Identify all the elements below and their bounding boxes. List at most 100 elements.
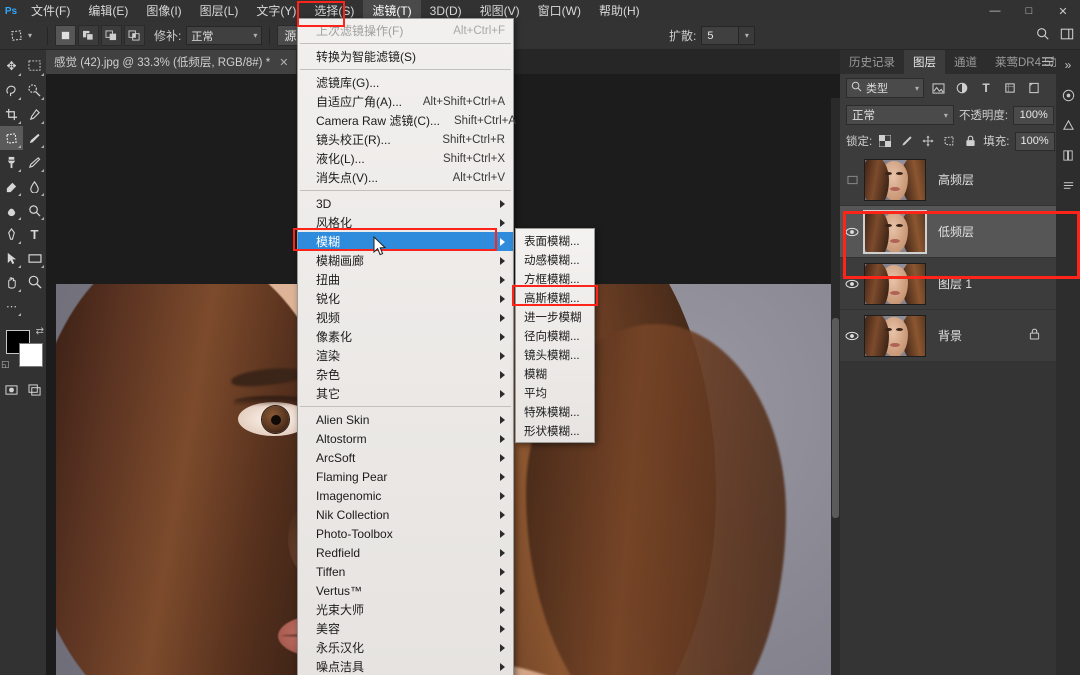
smart-object-filter-icon[interactable]	[1024, 78, 1044, 98]
lock-position-icon[interactable]	[920, 132, 936, 150]
menu-item-blur[interactable]: 模糊	[298, 232, 513, 251]
lock-artboard-icon[interactable]	[941, 132, 957, 150]
submenu-item-radial-blur[interactable]: 径向模糊...	[516, 326, 594, 345]
submenu-item-gaussian-blur[interactable]: 高斯模糊...	[516, 288, 594, 307]
lock-image-icon[interactable]	[898, 132, 914, 150]
menu-edit[interactable]: 编辑(E)	[79, 0, 137, 22]
rectangle-tool[interactable]	[23, 246, 46, 270]
menu-item-render[interactable]: 渲染	[298, 346, 513, 365]
collapse-icon[interactable]: »	[1056, 50, 1080, 80]
blend-mode-select[interactable]: 正常 ▾	[846, 105, 954, 125]
menu-item-stylize[interactable]: 风格化	[298, 213, 513, 232]
eye-icon[interactable]	[840, 258, 864, 310]
menu-item-alien-skin[interactable]: Alien Skin	[298, 410, 513, 429]
menu-item-arcsoft[interactable]: ArcSoft	[298, 448, 513, 467]
type-filter-icon[interactable]: T	[976, 78, 996, 98]
layer-name[interactable]: 高频层	[938, 171, 974, 188]
adjustments-panel-icon[interactable]	[1056, 110, 1080, 140]
scrollbar-thumb[interactable]	[832, 318, 839, 518]
menu-item-3d[interactable]: 3D	[298, 194, 513, 213]
close-button[interactable]: ✕	[1046, 0, 1080, 22]
menu-layer[interactable]: 图层(L)	[191, 0, 248, 22]
history-brush-tool[interactable]	[23, 150, 46, 174]
eye-icon[interactable]	[840, 154, 864, 206]
layer-filter-kind-select[interactable]: 类型 ▾	[846, 78, 924, 98]
layer-row[interactable]: 低频层	[840, 206, 1080, 258]
dodge-tool[interactable]	[23, 198, 46, 222]
minimize-button[interactable]: —	[978, 0, 1012, 22]
eraser-tool[interactable]	[0, 174, 23, 198]
eye-icon[interactable]	[840, 310, 864, 362]
default-colors-icon[interactable]: ◱	[1, 359, 10, 370]
menu-item-redfield[interactable]: Redfield	[298, 543, 513, 562]
menu-item-altostorm[interactable]: Altostorm	[298, 429, 513, 448]
diffusion-input[interactable]: 5	[701, 26, 740, 45]
layer-row[interactable]: 背景	[840, 310, 1080, 362]
menu-item-filter-gallery[interactable]: 滤镜库(G)...	[298, 73, 513, 92]
menu-item-beauty[interactable]: 美容	[298, 619, 513, 638]
lasso-tool[interactable]	[0, 78, 23, 102]
patch-tool-icon[interactable]	[4, 25, 28, 47]
intersect-selection-button[interactable]	[124, 25, 146, 46]
pen-tool[interactable]	[0, 222, 23, 246]
document-tab[interactable]: 感觉 (42).jpg @ 33.3% (低频层, RGB/8#) * ✕	[46, 50, 298, 74]
submenu-item-box-blur[interactable]: 方框模糊...	[516, 269, 594, 288]
menu-item-convert-smart-filter[interactable]: 转换为智能滤镜(S)	[298, 47, 513, 66]
maximize-button[interactable]: □	[1012, 0, 1046, 22]
blur-tool[interactable]	[0, 198, 23, 222]
menu-item-last-filter[interactable]: 上次滤镜操作(F) Alt+Ctrl+F	[298, 21, 513, 40]
submenu-item-blur[interactable]: 模糊	[516, 364, 594, 383]
tab-layers[interactable]: 图层	[904, 50, 945, 74]
close-icon[interactable]: ✕	[279, 56, 288, 69]
menu-item-nik-collection[interactable]: Nik Collection	[298, 505, 513, 524]
menu-window[interactable]: 窗口(W)	[529, 0, 590, 22]
layer-thumbnail[interactable]	[864, 158, 926, 201]
quick-selection-tool[interactable]	[23, 78, 46, 102]
background-color-swatch[interactable]	[19, 343, 43, 367]
submenu-item-surface-blur[interactable]: 表面模糊...	[516, 231, 594, 250]
swap-colors-icon[interactable]: ⇄	[36, 326, 44, 337]
layer-thumbnail[interactable]	[864, 262, 926, 305]
layer-row[interactable]: 图层 1	[840, 258, 1080, 310]
menu-item-liquify[interactable]: 液化(L)... Shift+Ctrl+X	[298, 149, 513, 168]
canvas-vertical-scrollbar[interactable]	[831, 98, 840, 675]
properties-panel-icon[interactable]	[1056, 170, 1080, 200]
menu-item-photo-toolbox[interactable]: Photo-Toolbox	[298, 524, 513, 543]
crop-tool[interactable]	[0, 102, 23, 126]
move-tool[interactable]: ✥	[0, 54, 23, 78]
submenu-item-shape-blur[interactable]: 形状模糊...	[516, 421, 594, 440]
menu-item-imagenomic[interactable]: Imagenomic	[298, 486, 513, 505]
menu-help[interactable]: 帮助(H)	[590, 0, 649, 22]
gradient-tool[interactable]	[23, 174, 46, 198]
workspace-icon[interactable]	[1060, 27, 1074, 44]
menu-item-pixelate[interactable]: 像素化	[298, 327, 513, 346]
layer-thumbnail[interactable]	[863, 209, 927, 254]
brush-tool[interactable]	[23, 126, 46, 150]
lock-transparency-icon[interactable]	[877, 132, 893, 150]
add-selection-button[interactable]	[78, 25, 100, 46]
menu-image[interactable]: 图像(I)	[137, 0, 190, 22]
menu-item-blur-gallery[interactable]: 模糊画廊	[298, 251, 513, 270]
layer-row[interactable]: 高频层	[840, 154, 1080, 206]
menu-item-noise[interactable]: 杂色	[298, 365, 513, 384]
type-tool[interactable]: T	[23, 222, 46, 246]
subtract-selection-button[interactable]	[101, 25, 123, 46]
submenu-item-smart-blur[interactable]: 特殊模糊...	[516, 402, 594, 421]
shape-filter-icon[interactable]	[1000, 78, 1020, 98]
submenu-item-motion-blur[interactable]: 动感模糊...	[516, 250, 594, 269]
layer-name[interactable]: 背景	[938, 327, 962, 344]
menu-item-sharpen[interactable]: 锐化	[298, 289, 513, 308]
zoom-tool[interactable]	[23, 270, 46, 294]
clone-stamp-tool[interactable]	[0, 150, 23, 174]
adjustment-filter-icon[interactable]	[952, 78, 972, 98]
color-panel-icon[interactable]	[1056, 80, 1080, 110]
submenu-item-blur-more[interactable]: 进一步模糊	[516, 307, 594, 326]
menu-item-other[interactable]: 其它	[298, 384, 513, 403]
menu-item-camera-raw-filter[interactable]: Camera Raw 滤镜(C)... Shift+Ctrl+A	[298, 111, 516, 130]
path-selection-tool[interactable]	[0, 246, 23, 270]
quick-mask-icon[interactable]	[0, 378, 23, 402]
menu-item-light-beam-master[interactable]: 光束大师	[298, 600, 513, 619]
more-tools-button[interactable]: ⋯	[0, 294, 23, 318]
menu-item-distort[interactable]: 扭曲	[298, 270, 513, 289]
lock-all-icon[interactable]	[962, 132, 978, 150]
